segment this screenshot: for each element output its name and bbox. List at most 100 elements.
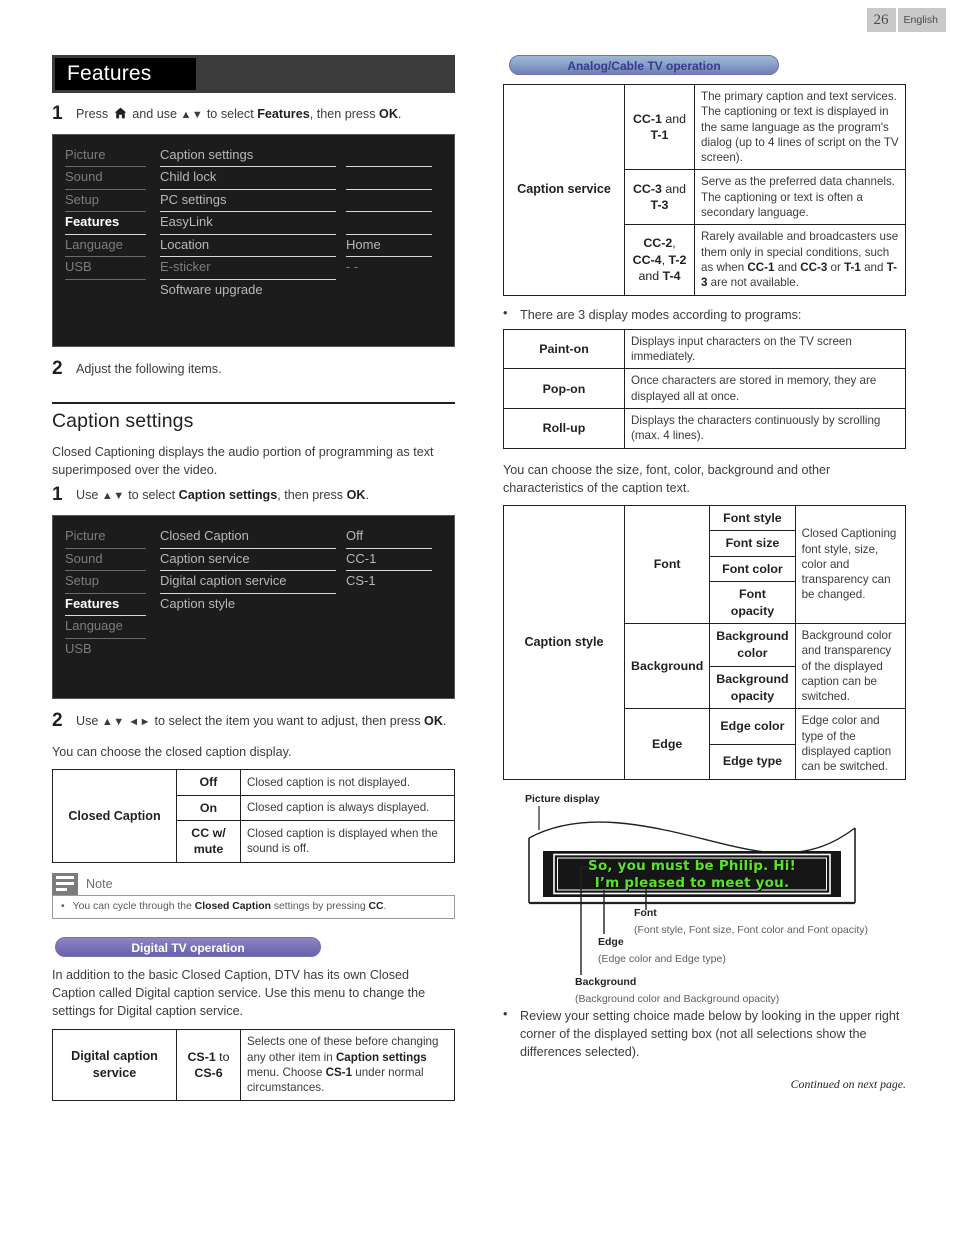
caption-illustration: Picture display So, you must be Philip. … (503, 790, 906, 1005)
caption-intro-text: Closed Captioning displays the audio por… (52, 444, 434, 477)
sublabel-font: (Font style, Font size, Font color and F… (634, 923, 869, 936)
osd-item-picture: Picture (65, 528, 106, 544)
osd-row[interactable]: Setup Digital caption service CS-1 (65, 571, 442, 594)
osd-right-cell (346, 616, 442, 639)
cst-item-font-color: Font color (709, 555, 796, 583)
osd-center-cell[interactable]: Caption settings (160, 145, 346, 168)
osd-left-cell[interactable]: USB (65, 639, 160, 662)
step-1-end: . (397, 107, 402, 121)
osd-right-cell[interactable] (346, 190, 442, 213)
osd-center-cell[interactable]: Digital caption service (160, 571, 346, 594)
osd-center-cell[interactable]: Closed Caption (160, 526, 346, 549)
osd-left-cell-selected[interactable]: Features (65, 212, 160, 235)
osd-value-home: Home (346, 236, 381, 252)
osd-row[interactable]: Language (65, 616, 442, 639)
osd-value-dash: - - (346, 259, 359, 275)
illustration-svg (528, 805, 856, 975)
osd-left-cell[interactable]: USB (65, 257, 160, 280)
cst-desc-edge: Edge color and type of the displayed cap… (794, 708, 907, 780)
osd-right-cell[interactable] (346, 167, 442, 190)
osd-menu-features[interactable]: Picture Caption settings Sound Child loc… (52, 133, 455, 347)
cs-desc-2: Serve as the preferred data channels. Th… (694, 169, 906, 226)
osd-center-cell[interactable]: Caption service (160, 549, 346, 572)
osd-item-caption-service: Caption service (160, 550, 250, 566)
note-text: You can cycle through the Closed Caption… (72, 900, 387, 912)
note-header: Note (52, 872, 455, 895)
osd-row[interactable]: Features Caption style (65, 594, 442, 617)
osd-right-cell[interactable]: CC-1 (346, 549, 442, 572)
osd-row[interactable]: Setup PC settings (65, 190, 442, 213)
osd-right-cell[interactable] (346, 594, 442, 617)
osd-left-cell[interactable]: Setup (65, 571, 160, 594)
osd-row[interactable]: Picture Closed Caption Off (65, 526, 442, 549)
osd-center-cell[interactable]: Child lock (160, 167, 346, 190)
osd-right-cell[interactable]: CS-1 (346, 571, 442, 594)
bullet-dot: • (503, 305, 508, 320)
osd-row[interactable]: Software upgrade (65, 280, 442, 303)
osd-left-cell[interactable]: Setup (65, 190, 160, 213)
osd-right-cell[interactable] (346, 145, 442, 168)
osd-right-cell[interactable]: Off (346, 526, 442, 549)
heading-rule (52, 401, 455, 404)
osd-left-cell-empty (65, 280, 160, 303)
table-row: Caption service CC-1 and T-1 The primary … (503, 83, 906, 296)
note-title: Note (86, 876, 113, 891)
osd-item-closed-caption: Closed Caption (160, 528, 249, 544)
osd-row[interactable]: USB (65, 639, 442, 662)
osd-right-cell[interactable]: Home (346, 235, 442, 258)
manual-page: 26 English Features 1 Press and use ▲▼ t… (0, 0, 954, 1235)
osd-center-cell[interactable]: EasyLink (160, 212, 346, 235)
osd-item-picture: Picture (65, 146, 106, 162)
osd-row[interactable]: Features EasyLink (65, 212, 442, 235)
step-1-pre: Press (76, 107, 109, 121)
osd-center-cell[interactable]: Software upgrade (160, 280, 346, 303)
cst-item-edge-color: Edge color (709, 708, 796, 745)
step-3-end: . (365, 488, 369, 503)
osd-row[interactable]: Sound Caption service CC-1 (65, 549, 442, 572)
cst-item-background-color: Background color (709, 622, 796, 667)
osd-left-cell[interactable]: Language (65, 235, 160, 258)
step-3-number: 1 (52, 484, 63, 506)
osd-row[interactable]: Picture Caption settings (65, 145, 442, 168)
osd-left-cell-selected[interactable]: Features (65, 594, 160, 617)
osd-row[interactable]: Language Location Home (65, 235, 442, 258)
label-background: Background (575, 975, 637, 988)
mode-desc-paint-on: Displays input characters on the TV scre… (624, 328, 906, 370)
review-text: Review your setting choice made below by… (520, 1008, 900, 1060)
osd-left-cell[interactable]: Picture (65, 526, 160, 549)
step-1: 1 Press and use ▲▼ to select Features, t… (52, 103, 455, 125)
step-4-pre: Use (76, 714, 99, 729)
osd-item-digital-caption-service: Digital caption service (160, 573, 287, 589)
osd-center-cell[interactable]: PC settings (160, 190, 346, 213)
page-number: 26 (866, 8, 896, 32)
label-font: Font (634, 906, 657, 919)
step-2: 2 Adjust the following items. (52, 358, 455, 380)
osd-center-cell[interactable]: Location (160, 235, 346, 258)
osd-menu-caption-settings[interactable]: Picture Closed Caption Off Sound Caption… (52, 515, 455, 700)
cc-option-on: On (176, 794, 241, 821)
osd-value-cc1: CC-1 (346, 550, 377, 566)
osd-left-cell[interactable]: Language (65, 616, 160, 639)
osd-item-caption-style: Caption style (160, 595, 236, 611)
review-bullet-line: • Review your setting choice made below … (503, 1007, 906, 1062)
osd-right-cell[interactable] (346, 212, 442, 235)
osd-item-language: Language (65, 618, 123, 634)
table-row: Digital caption service CS-1 to CS-6 Sel… (52, 1029, 455, 1101)
osd-center-cell (160, 639, 346, 662)
cst-desc-font: Closed Captioning font style, size, colo… (794, 505, 907, 624)
osd-item-language: Language (65, 236, 123, 252)
cst-item-font-style: Font style (709, 505, 796, 532)
osd-right-cell[interactable]: - - (346, 257, 442, 280)
osd-left-cell[interactable]: Picture (65, 145, 160, 168)
step-4-number: 2 (52, 710, 63, 732)
osd-row[interactable]: Sound Child lock (65, 167, 442, 190)
osd-left-cell[interactable]: Sound (65, 167, 160, 190)
osd-center-cell[interactable]: Caption style (160, 594, 346, 617)
step-3-bold-ok: OK (346, 488, 366, 503)
osd-left-cell[interactable]: Sound (65, 549, 160, 572)
continued-note: Continued on next page. (790, 1077, 906, 1092)
osd-row[interactable]: USB E-sticker - - (65, 257, 442, 280)
label-picture-display: Picture display (525, 792, 600, 805)
osd-center-cell[interactable]: E-sticker (160, 257, 346, 280)
digital-intro-text: In addition to the basic Closed Caption,… (52, 967, 426, 1019)
